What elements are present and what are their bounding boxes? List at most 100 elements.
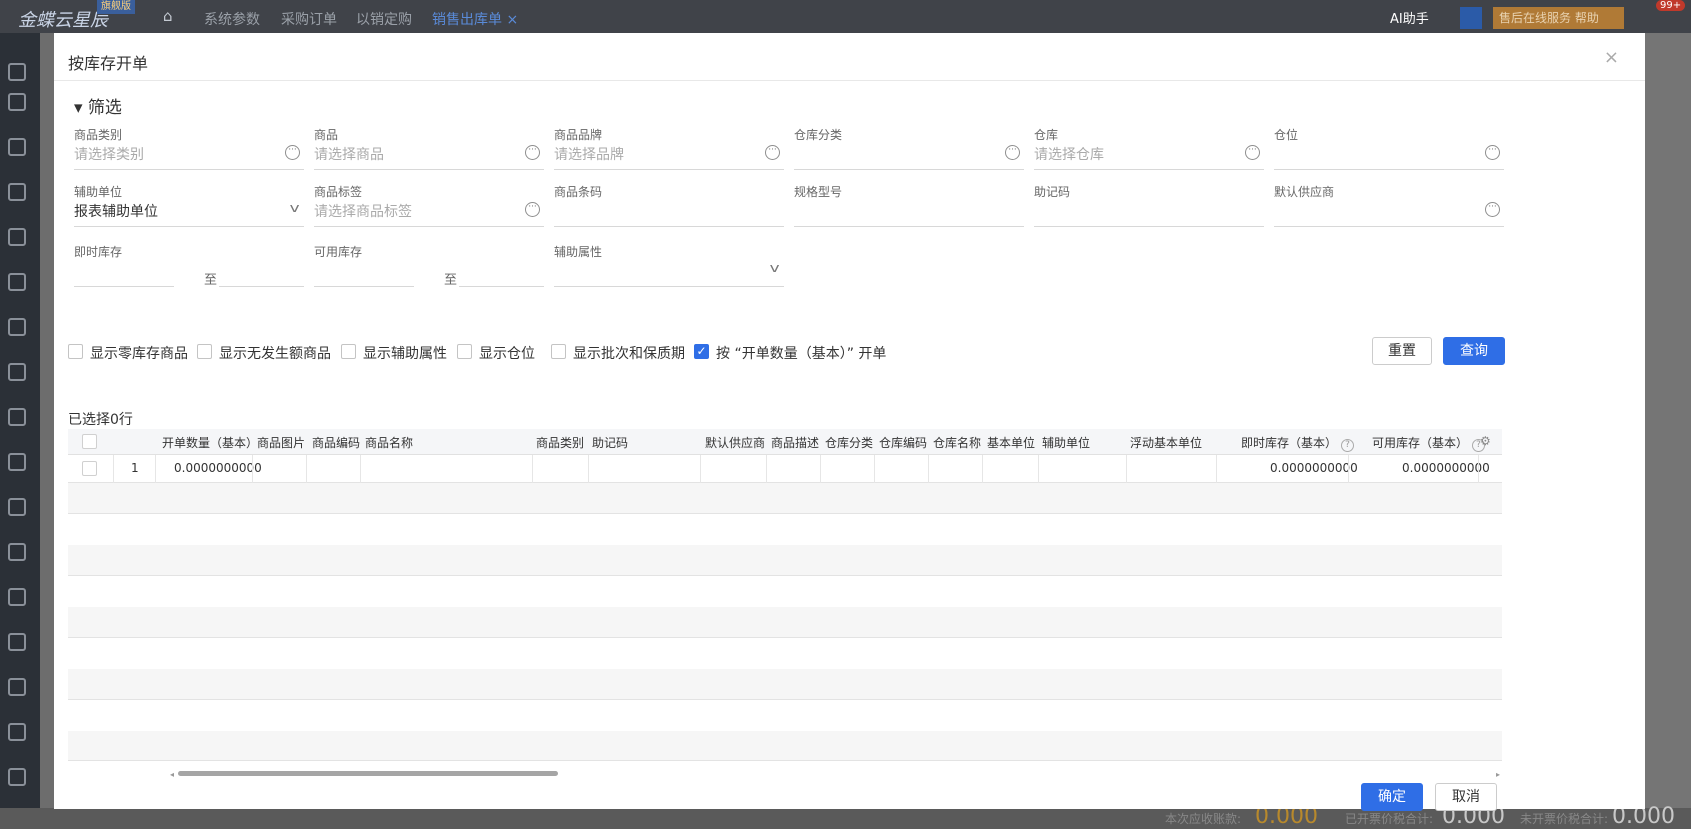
- help-icon[interactable]: ?: [1341, 439, 1355, 452]
- category-input[interactable]: 请选择类别: [74, 144, 144, 164]
- tag-input[interactable]: 请选择商品标签: [314, 201, 412, 221]
- col-wh-code[interactable]: 仓库编码: [879, 434, 927, 451]
- uninvoiced-label: 未开票价税合计:: [1520, 812, 1609, 826]
- col-float-unit[interactable]: 浮动基本单位: [1130, 434, 1202, 451]
- col-code[interactable]: 商品编码: [312, 434, 360, 451]
- bank-icon[interactable]: [8, 588, 26, 606]
- tools-icon[interactable]: [8, 363, 26, 381]
- col-order-qty[interactable]: 开单数量（基本）: [162, 434, 258, 451]
- close-icon[interactable]: ×: [1604, 47, 1619, 68]
- col-supplier[interactable]: 默认供应商: [705, 434, 765, 451]
- stock-now-max-input[interactable]: [219, 286, 304, 287]
- title-divider: [54, 80, 1645, 81]
- barcode-field[interactable]: 商品条码: [554, 183, 784, 227]
- user-icon[interactable]: [8, 93, 26, 111]
- col-category[interactable]: 商品类别: [536, 434, 584, 451]
- brand-field[interactable]: 商品品牌 请选择品牌 ···: [554, 126, 784, 170]
- notification-badge[interactable]: 99+: [1656, 0, 1686, 11]
- more-icon[interactable]: ···: [525, 202, 540, 217]
- reset-button[interactable]: 重置: [1372, 337, 1432, 365]
- tag-label: 商品标签: [314, 185, 363, 199]
- col-wh-name[interactable]: 仓库名称: [933, 434, 981, 451]
- filter-section-toggle[interactable]: ▾ 筛选: [74, 93, 122, 118]
- empty-row: [68, 545, 1502, 576]
- warehouse-category-field[interactable]: 仓库分类 ···: [794, 126, 1024, 170]
- horizontal-scrollbar[interactable]: ◂ ▸: [68, 770, 1502, 779]
- warehouse-input[interactable]: 请选择仓库: [1034, 144, 1104, 164]
- stock-avail-min-input[interactable]: [314, 286, 414, 287]
- tab-system-params[interactable]: 系统参数: [204, 9, 260, 29]
- report-icon[interactable]: [8, 408, 26, 426]
- aux-unit-value[interactable]: 报表辅助单位: [74, 201, 158, 221]
- location-field[interactable]: 仓位 ···: [1274, 126, 1504, 170]
- confirm-button[interactable]: 确定: [1361, 783, 1423, 811]
- layers-icon[interactable]: [8, 723, 26, 741]
- brand-label: 商品品牌: [554, 128, 603, 142]
- col-wh-category[interactable]: 仓库分类: [825, 434, 873, 451]
- aux-attr-select[interactable]: 辅助属性 v: [554, 243, 784, 287]
- mnemonic-field[interactable]: 助记码: [1034, 183, 1264, 227]
- more-icon[interactable]: ···: [1005, 145, 1020, 160]
- money-icon[interactable]: [8, 453, 26, 471]
- ledger-icon[interactable]: [8, 543, 26, 561]
- stock-now-min-input[interactable]: [74, 286, 174, 287]
- more-icon[interactable]: ···: [1245, 145, 1260, 160]
- more-icon[interactable]: ···: [525, 145, 540, 160]
- invoiced-label: 已开票价税合计:: [1345, 812, 1434, 826]
- supplier-field[interactable]: 默认供应商 ···: [1274, 183, 1504, 227]
- more-icon[interactable]: ···: [765, 145, 780, 160]
- card-icon[interactable]: [8, 498, 26, 516]
- warehouse-field[interactable]: 仓库 请选择仓库 ···: [1034, 126, 1264, 170]
- row-checkbox[interactable]: [82, 461, 97, 476]
- scroll-right-icon[interactable]: ▸: [1496, 770, 1500, 779]
- service-help-button[interactable]: 售后在线服务 帮助: [1493, 7, 1624, 29]
- order-qty-cell[interactable]: 0.0000000000: [174, 461, 262, 475]
- col-aux-unit[interactable]: 辅助单位: [1042, 434, 1090, 451]
- col-base-unit[interactable]: 基本单位: [987, 434, 1035, 451]
- chevron-down-icon[interactable]: v: [289, 201, 299, 215]
- cancel-button[interactable]: 取消: [1435, 783, 1497, 811]
- col-description[interactable]: 商品描述: [771, 434, 819, 451]
- cash-icon[interactable]: [8, 633, 26, 651]
- chevron-down-icon[interactable]: v: [769, 261, 779, 275]
- col-stock-avail[interactable]: 可用库存（基本）?: [1372, 434, 1486, 452]
- row-index: 1: [131, 461, 139, 475]
- settings-icon[interactable]: [8, 768, 26, 786]
- product-input[interactable]: 请选择商品: [314, 144, 384, 164]
- query-button[interactable]: 查询: [1443, 337, 1505, 365]
- check-icon[interactable]: ✓: [694, 344, 709, 359]
- warehouse-icon[interactable]: [8, 318, 26, 336]
- scrollbar-thumb[interactable]: [178, 771, 558, 776]
- home-icon[interactable]: ⌂: [163, 7, 173, 25]
- range-to-label: 至: [204, 273, 218, 288]
- col-image[interactable]: 商品图片: [257, 434, 305, 451]
- col-stock-now[interactable]: 即时库存（基本）?: [1241, 434, 1355, 452]
- more-icon[interactable]: ···: [1485, 202, 1500, 217]
- tab-sales-based-purchase[interactable]: 以销定购: [356, 9, 412, 29]
- spec-field[interactable]: 规格型号: [794, 183, 1024, 227]
- brand-input[interactable]: 请选择品牌: [554, 144, 624, 164]
- grid-icon[interactable]: [8, 63, 26, 81]
- tab-purchase-order[interactable]: 采购订单: [281, 9, 337, 29]
- more-icon[interactable]: ···: [1485, 145, 1500, 160]
- tag-field[interactable]: 商品标签 请选择商品标签 ···: [314, 183, 544, 227]
- table-row[interactable]: 1 0.0000000000 0.0000000000 0.0000000000: [68, 455, 1502, 483]
- cart-icon[interactable]: [8, 183, 26, 201]
- ai-assistant-button[interactable]: AI助手: [1390, 8, 1429, 27]
- store-icon[interactable]: [8, 678, 26, 696]
- search-icon[interactable]: [1460, 7, 1482, 29]
- target-icon[interactable]: [8, 273, 26, 291]
- stock-avail-max-input[interactable]: [459, 286, 544, 287]
- tab-sales-outbound[interactable]: 销售出库单 ×: [432, 9, 518, 29]
- select-all-checkbox[interactable]: [82, 434, 97, 449]
- col-mnemonic[interactable]: 助记码: [592, 434, 628, 451]
- column-settings-icon[interactable]: ⚙: [1480, 434, 1491, 448]
- chart-icon[interactable]: [8, 138, 26, 156]
- more-icon[interactable]: ···: [285, 145, 300, 160]
- col-name[interactable]: 商品名称: [365, 434, 413, 451]
- scroll-left-icon[interactable]: ◂: [170, 770, 174, 779]
- box-icon[interactable]: [8, 228, 26, 246]
- aux-unit-select[interactable]: 辅助单位 报表辅助单位 v: [74, 183, 304, 227]
- product-field[interactable]: 商品 请选择商品 ···: [314, 126, 544, 170]
- category-field[interactable]: 商品类别 请选择类别 ···: [74, 126, 304, 170]
